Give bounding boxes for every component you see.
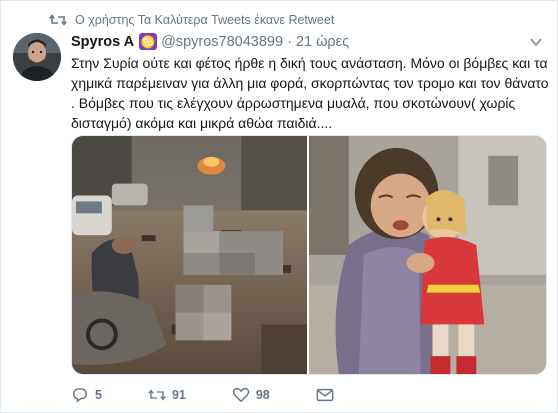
tweet-actions: 5 91 98	[71, 387, 380, 403]
retweet-count: 91	[171, 388, 186, 402]
like-count: 98	[255, 388, 270, 402]
envelope-icon	[316, 388, 334, 402]
reply-count: 5	[95, 388, 102, 402]
retweet-icon	[148, 389, 166, 401]
tweet-header: Spyros A ♋ @spyros78043899 · 21 ώρες	[71, 33, 349, 50]
direct-message-button[interactable]	[316, 387, 334, 403]
tweet-timestamp[interactable]: 21 ώρες	[296, 34, 349, 50]
tweet-text-line: Στην Συρία ούτε και φέτος ήρθε η δική το…	[71, 55, 548, 71]
author-name[interactable]: Spyros A	[71, 34, 134, 50]
retweet-context-text[interactable]: Ο χρήστης Τα Καλύτερα Tweets έκανε Retwe…	[75, 13, 334, 27]
retweet-context: Ο χρήστης Τα Καλύτερα Tweets έκανε Retwe…	[49, 11, 334, 29]
tweet-text-line: . Βόμβες που τις ελέγχουν άρρωστημενα μυ…	[71, 95, 516, 111]
media-photo-right[interactable]	[309, 136, 546, 374]
like-button[interactable]: 98	[232, 387, 270, 403]
bombed-street-image	[72, 136, 307, 374]
tweet-card: Ο χρήστης Τα Καλύτερα Tweets έκανε Retwe…	[0, 0, 558, 413]
cancer-sign-badge-icon: ♋	[139, 33, 158, 50]
media-gallery	[71, 135, 547, 375]
tweet-text-line: χημικά παρέμειναν για άλλη μια φορά, σκο…	[71, 75, 549, 91]
reply-icon	[73, 388, 87, 403]
avatar[interactable]	[13, 33, 61, 81]
retweet-button[interactable]: 91	[148, 387, 186, 403]
separator-dot: ·	[287, 33, 292, 50]
author-handle[interactable]: @spyros78043899	[161, 34, 283, 50]
tweet-text-line: δισταγμό) ακόμα και μικρά αθώα παιδιά...…	[71, 115, 333, 131]
crying-child-image	[309, 136, 546, 374]
tweet-text: Στην Συρία ούτε και φέτος ήρθε η δική το…	[71, 53, 551, 133]
retweet-icon	[49, 14, 67, 26]
chevron-down-icon[interactable]	[529, 35, 543, 49]
avatar-photo	[13, 33, 61, 81]
heart-icon	[232, 387, 250, 403]
reply-button[interactable]: 5	[71, 387, 102, 403]
media-photo-left[interactable]	[72, 136, 307, 374]
